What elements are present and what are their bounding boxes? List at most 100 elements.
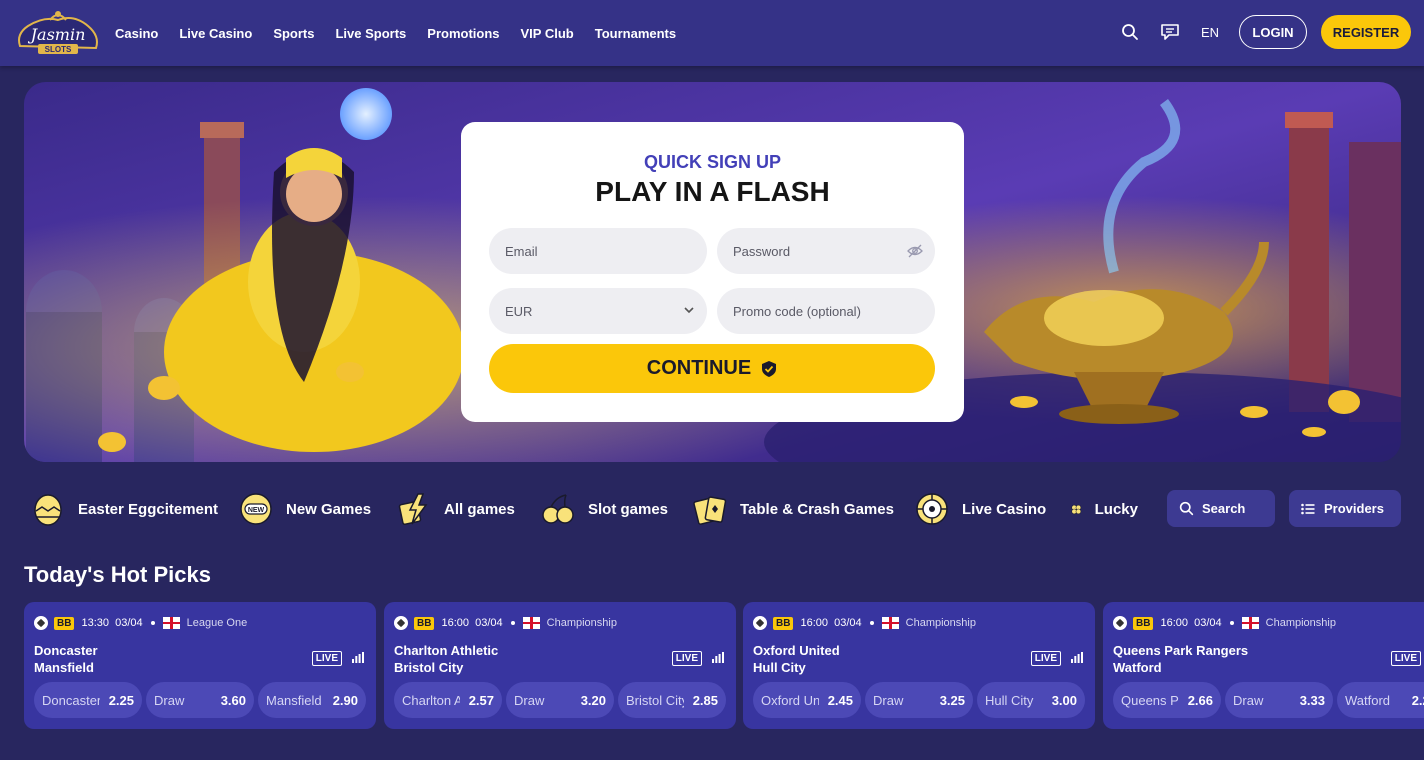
email-input[interactable] bbox=[505, 243, 707, 259]
promo-code-field[interactable] bbox=[717, 288, 935, 334]
list-icon bbox=[1301, 503, 1315, 514]
match-card[interactable]: BB 13:30 03/04 League One Doncaster Mans… bbox=[24, 602, 376, 729]
football-icon bbox=[753, 616, 767, 630]
bet-builder-badge: BB bbox=[54, 616, 75, 630]
logo-text: Jasmin bbox=[28, 25, 86, 44]
category-label: Easter Eggcitement bbox=[78, 500, 219, 518]
password-input[interactable] bbox=[733, 243, 903, 259]
match-time: 13:30 bbox=[81, 617, 109, 629]
odds-label: Charlton Athletic bbox=[402, 692, 460, 708]
odds-away-button[interactable]: Watford 2.20 bbox=[1337, 682, 1424, 718]
clover-icon bbox=[1071, 504, 1082, 515]
match-time: 16:00 bbox=[441, 617, 469, 629]
category-new-games[interactable]: NEW New Games bbox=[238, 488, 371, 530]
match-card[interactable]: BB 16:00 03/04 Championship Charlton Ath… bbox=[384, 602, 736, 729]
match-teams: Doncaster Mansfield bbox=[34, 642, 98, 676]
odds-label: Bristol City bbox=[626, 692, 684, 708]
odds-draw-button[interactable]: Draw 3.60 bbox=[146, 682, 254, 718]
away-team: Mansfield bbox=[34, 660, 94, 675]
header-actions: EN LOGIN REGISTER bbox=[1119, 15, 1411, 49]
email-field[interactable] bbox=[489, 228, 707, 274]
odds-label: Draw bbox=[514, 692, 545, 708]
password-field[interactable] bbox=[717, 228, 935, 274]
england-flag-icon bbox=[1241, 617, 1259, 629]
search-icon[interactable] bbox=[1119, 21, 1141, 43]
top-navigation-bar: Jasmin SLOTS Casino Live Casino Sports L… bbox=[0, 0, 1424, 66]
odds-home-button[interactable]: Oxford United 2.45 bbox=[753, 682, 861, 718]
odds-home-button[interactable]: Queens Park Rangers 2.66 bbox=[1113, 682, 1221, 718]
category-label: Lucky bbox=[1094, 500, 1138, 518]
stats-bars-icon[interactable] bbox=[1071, 652, 1083, 663]
separator-dot bbox=[510, 621, 515, 625]
promo-code-input[interactable] bbox=[733, 303, 935, 319]
shield-check-icon bbox=[761, 360, 777, 378]
category-all-games[interactable]: All games bbox=[396, 488, 515, 530]
category-label: Live Casino bbox=[962, 500, 1047, 518]
nav-live-casino[interactable]: Live Casino bbox=[179, 26, 252, 41]
match-date: 03/04 bbox=[1194, 617, 1222, 629]
odds-draw-button[interactable]: Draw 3.25 bbox=[865, 682, 973, 718]
chevron-down-icon bbox=[683, 304, 695, 319]
odds-home-button[interactable]: Charlton Athletic 2.57 bbox=[394, 682, 502, 718]
nav-live-sports[interactable]: Live Sports bbox=[335, 26, 406, 41]
league-name: Championship bbox=[1265, 617, 1336, 629]
search-label: Search bbox=[1202, 501, 1246, 516]
odds-away-button[interactable]: Mansfield 2.90 bbox=[258, 682, 366, 718]
separator-dot bbox=[150, 621, 155, 625]
stats-bars-icon[interactable] bbox=[352, 652, 364, 663]
providers-button[interactable]: Providers bbox=[1289, 490, 1401, 527]
odds-label: Doncaster bbox=[42, 692, 100, 708]
odds-value: 2.66 bbox=[1187, 692, 1213, 708]
separator-dot bbox=[1229, 621, 1234, 625]
odds-value: 2.85 bbox=[692, 692, 718, 708]
register-button[interactable]: REGISTER bbox=[1321, 15, 1411, 49]
odds-value: 3.33 bbox=[1299, 692, 1325, 708]
category-slot-games[interactable]: Slot games bbox=[540, 488, 668, 530]
league-name: Championship bbox=[905, 617, 976, 629]
nav-tournaments[interactable]: Tournaments bbox=[595, 26, 676, 41]
category-table-crash-games[interactable]: Table & Crash Games bbox=[692, 488, 894, 530]
odds-home-button[interactable]: Doncaster 2.25 bbox=[34, 682, 142, 718]
continue-label: CONTINUE bbox=[646, 357, 752, 379]
category-live-casino[interactable]: Live Casino bbox=[914, 488, 1046, 530]
cherries-icon bbox=[542, 494, 574, 524]
football-icon bbox=[1113, 616, 1127, 630]
odds-value: 2.20 bbox=[1411, 692, 1424, 708]
chat-icon[interactable] bbox=[1159, 21, 1181, 43]
away-team: Hull City bbox=[753, 660, 806, 675]
jasmin-slots-logo[interactable]: Jasmin SLOTS bbox=[14, 8, 102, 58]
login-button[interactable]: LOGIN bbox=[1239, 15, 1307, 49]
nav-promotions[interactable]: Promotions bbox=[427, 26, 499, 41]
odds-value: 2.25 bbox=[108, 692, 134, 708]
currency-value: EUR bbox=[505, 303, 533, 319]
games-search-button[interactable]: Search bbox=[1167, 490, 1275, 527]
stats-bars-icon[interactable] bbox=[712, 652, 724, 663]
nav-vip-club[interactable]: VIP Club bbox=[521, 26, 574, 41]
bet-builder-badge: BB bbox=[1133, 616, 1154, 630]
football-icon bbox=[34, 616, 48, 630]
home-team: Doncaster bbox=[34, 643, 98, 658]
category-lucky[interactable]: Lucky bbox=[1070, 488, 1138, 530]
continue-button[interactable]: CONTINUE bbox=[489, 344, 935, 393]
league-name: League One bbox=[186, 617, 248, 629]
odds-away-button[interactable]: Bristol City 2.85 bbox=[618, 682, 726, 718]
match-card[interactable]: BB 16:00 03/04 Championship Queens Park … bbox=[1103, 602, 1424, 729]
odds-away-button[interactable]: Hull City 3.00 bbox=[977, 682, 1085, 718]
match-card[interactable]: BB 16:00 03/04 Championship Oxford Unite… bbox=[743, 602, 1095, 729]
currency-select[interactable]: EUR bbox=[489, 288, 707, 334]
nav-sports[interactable]: Sports bbox=[273, 26, 314, 41]
odds-draw-button[interactable]: Draw 3.20 bbox=[506, 682, 614, 718]
bet-builder-badge: BB bbox=[414, 616, 435, 630]
eye-off-icon[interactable] bbox=[907, 243, 923, 262]
home-team: Queens Park Rangers bbox=[1113, 643, 1249, 658]
roulette-icon bbox=[916, 493, 948, 525]
odds-value: 3.20 bbox=[580, 692, 606, 708]
new-badge-icon: NEW bbox=[240, 493, 272, 525]
odds-draw-button[interactable]: Draw 3.33 bbox=[1225, 682, 1333, 718]
odds-value: 3.60 bbox=[220, 692, 246, 708]
live-badge: LIVE bbox=[1390, 651, 1421, 666]
match-teams: Queens Park Rangers Watford bbox=[1113, 642, 1248, 676]
language-selector[interactable]: EN bbox=[1201, 25, 1219, 40]
nav-casino[interactable]: Casino bbox=[115, 26, 158, 41]
category-easter-eggcitement[interactable]: Easter Eggcitement bbox=[30, 488, 218, 530]
